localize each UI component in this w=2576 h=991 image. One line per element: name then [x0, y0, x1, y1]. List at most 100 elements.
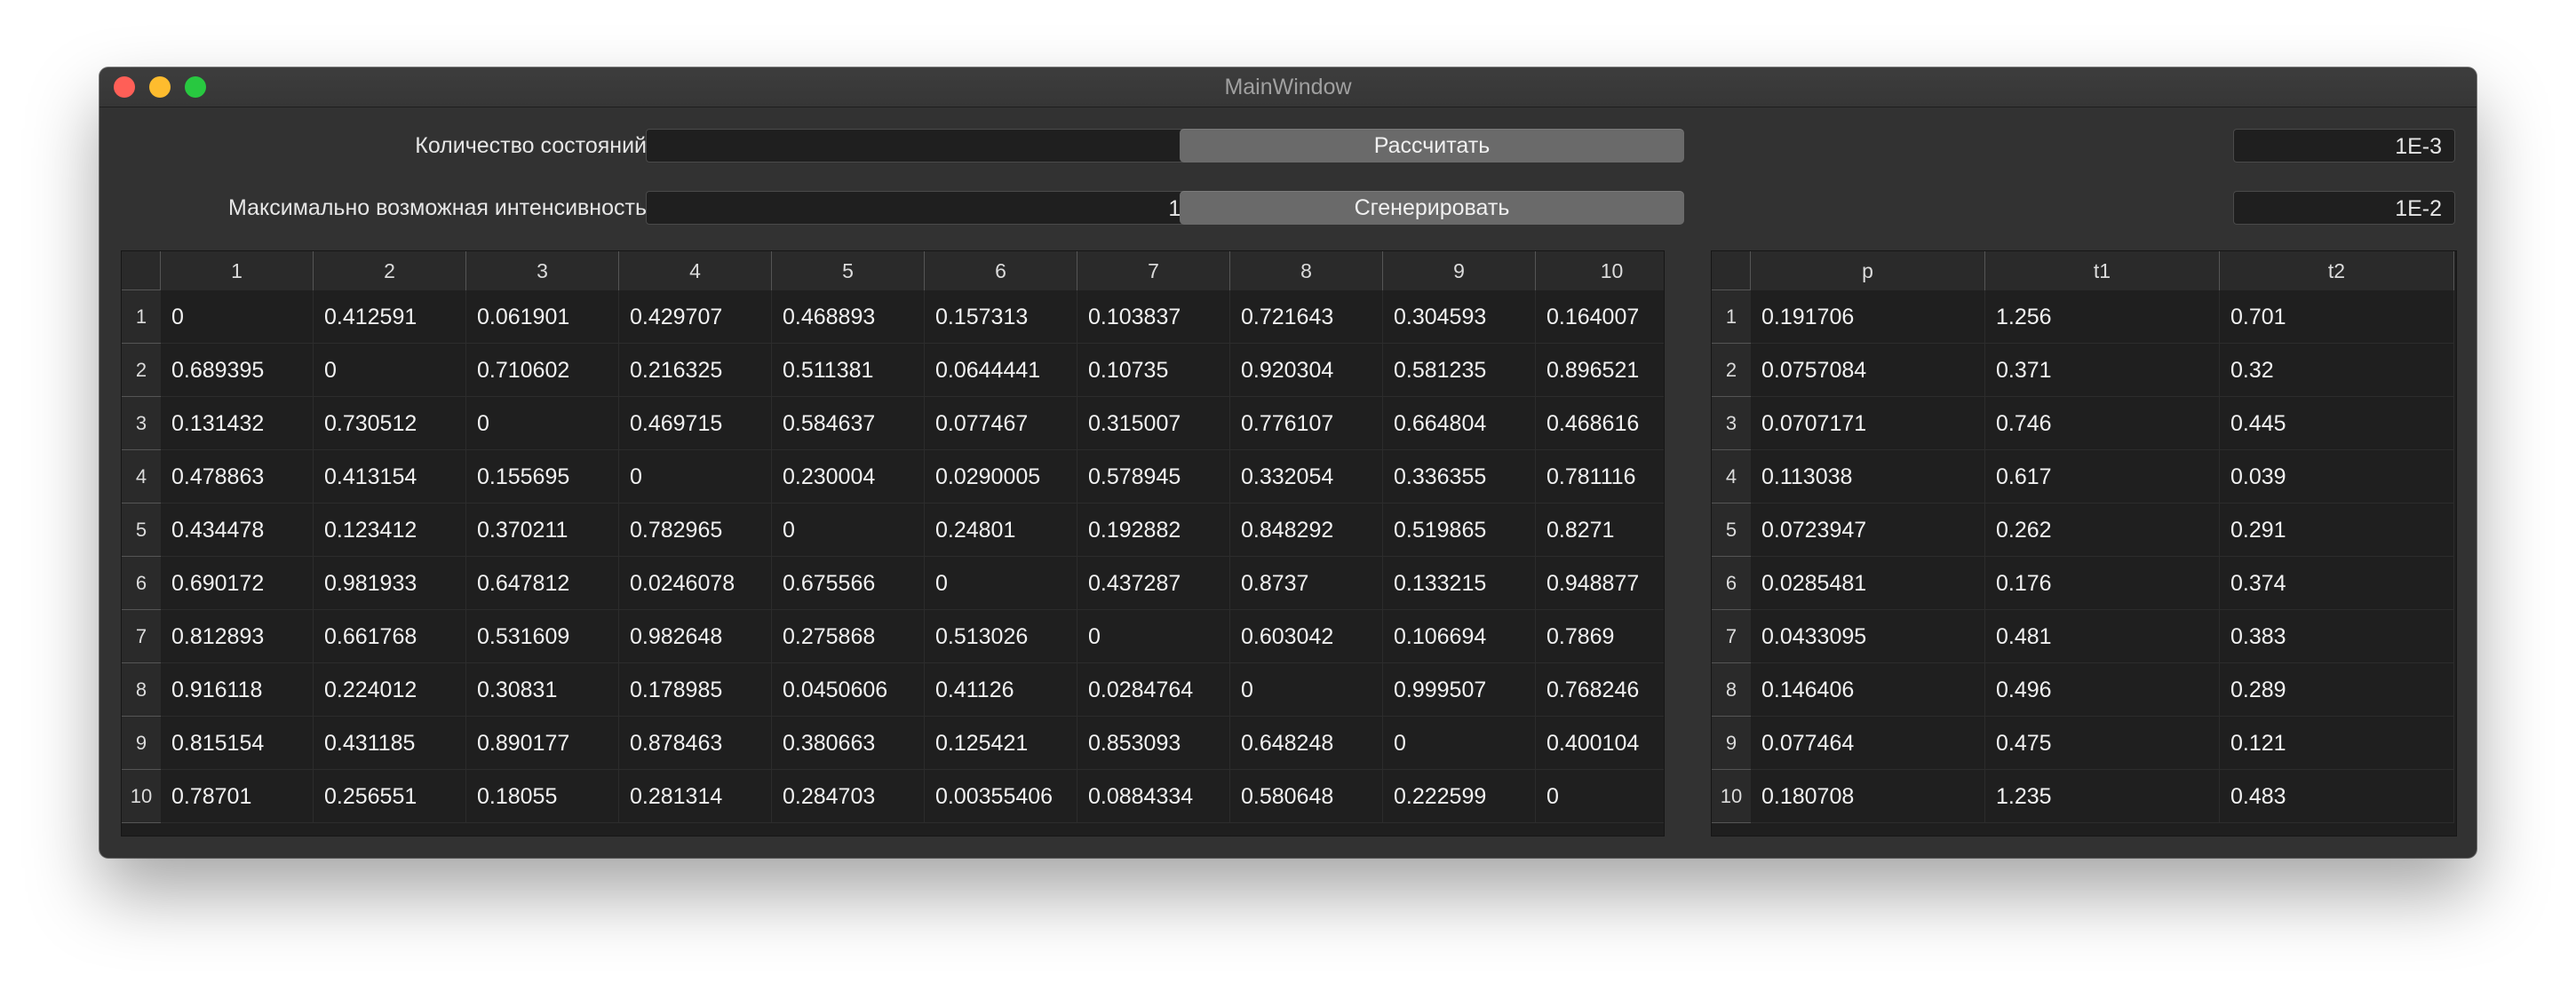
- matrix-cell[interactable]: 0.0644441: [925, 344, 1077, 397]
- matrix-row-header[interactable]: 6: [122, 557, 161, 610]
- matrix-cell[interactable]: 0: [1536, 770, 1664, 823]
- matrix-row-header[interactable]: 7: [122, 610, 161, 663]
- matrix-cell[interactable]: 0.164007: [1536, 290, 1664, 344]
- result-column-header[interactable]: t1: [1985, 251, 2220, 290]
- transition-matrix-table[interactable]: 1 2 3 4 5 6 7 8 9 10 1 0 0.412591 0.061901 0.429707 0.4…: [121, 250, 1665, 836]
- matrix-cell[interactable]: 0.999507: [1383, 663, 1536, 717]
- result-cell[interactable]: 0.383: [2220, 610, 2454, 663]
- matrix-cell[interactable]: 0.256551: [314, 770, 466, 823]
- matrix-cell[interactable]: 0.469715: [619, 397, 772, 450]
- matrix-cell[interactable]: 0.468893: [772, 290, 925, 344]
- result-cell[interactable]: 0.146406: [1751, 663, 1985, 717]
- matrix-cell[interactable]: 0: [161, 290, 314, 344]
- result-cell[interactable]: 0.371: [1985, 344, 2220, 397]
- matrix-column-header[interactable]: 7: [1077, 251, 1230, 290]
- matrix-cell[interactable]: 0.513026: [925, 610, 1077, 663]
- matrix-cell[interactable]: 0.648248: [1230, 717, 1383, 770]
- matrix-cell[interactable]: 0.123412: [314, 503, 466, 557]
- matrix-cell[interactable]: 0.8737: [1230, 557, 1383, 610]
- matrix-cell[interactable]: 0.192882: [1077, 503, 1230, 557]
- matrix-cell[interactable]: 0.511381: [772, 344, 925, 397]
- matrix-cell[interactable]: 0.178985: [619, 663, 772, 717]
- matrix-cell[interactable]: 0.478863: [161, 450, 314, 503]
- result-column-header[interactable]: p: [1751, 251, 1985, 290]
- matrix-cell[interactable]: 0.061901: [466, 290, 619, 344]
- matrix-cell[interactable]: 0.730512: [314, 397, 466, 450]
- result-cell[interactable]: 0.176: [1985, 557, 2220, 610]
- matrix-cell[interactable]: 0.710602: [466, 344, 619, 397]
- dt-input[interactable]: 1E-3: [2233, 129, 2455, 163]
- matrix-cell[interactable]: 0.781116: [1536, 450, 1664, 503]
- matrix-column-header[interactable]: 1: [161, 251, 314, 290]
- matrix-cell[interactable]: 0: [925, 557, 1077, 610]
- result-cell[interactable]: 1.256: [1985, 290, 2220, 344]
- matrix-cell[interactable]: 0.400104: [1536, 717, 1664, 770]
- matrix-cell[interactable]: 0.10735: [1077, 344, 1230, 397]
- result-cell[interactable]: 0.191706: [1751, 290, 1985, 344]
- states-count-input[interactable]: 10: [646, 129, 1225, 163]
- matrix-cell[interactable]: 0.24801: [925, 503, 1077, 557]
- matrix-column-header[interactable]: 4: [619, 251, 772, 290]
- result-row-header[interactable]: 3: [1712, 397, 1751, 450]
- result-row-header[interactable]: 2: [1712, 344, 1751, 397]
- result-cell[interactable]: 0.701: [2220, 290, 2454, 344]
- matrix-cell[interactable]: 0.468616: [1536, 397, 1664, 450]
- max-intensity-input[interactable]: 1.00: [646, 191, 1225, 225]
- matrix-cell[interactable]: 0.578945: [1077, 450, 1230, 503]
- result-cell[interactable]: 0.0757084: [1751, 344, 1985, 397]
- matrix-cell[interactable]: 0.647812: [466, 557, 619, 610]
- matrix-cell[interactable]: 0.920304: [1230, 344, 1383, 397]
- result-cell[interactable]: 1.235: [1985, 770, 2220, 823]
- matrix-cell[interactable]: 0.437287: [1077, 557, 1230, 610]
- matrix-cell[interactable]: 0.413154: [314, 450, 466, 503]
- matrix-cell[interactable]: 0.30831: [466, 663, 619, 717]
- matrix-cell[interactable]: 0.890177: [466, 717, 619, 770]
- matrix-cell[interactable]: 0.519865: [1383, 503, 1536, 557]
- result-cell[interactable]: 0.0723947: [1751, 503, 1985, 557]
- matrix-column-header[interactable]: 2: [314, 251, 466, 290]
- matrix-cell[interactable]: 0.41126: [925, 663, 1077, 717]
- result-cell[interactable]: 0.113038: [1751, 450, 1985, 503]
- matrix-cell[interactable]: 0.0884334: [1077, 770, 1230, 823]
- generate-button[interactable]: Сгенерировать: [1180, 191, 1684, 225]
- matrix-cell[interactable]: 0.00355406: [925, 770, 1077, 823]
- matrix-row-header[interactable]: 4: [122, 450, 161, 503]
- matrix-column-header[interactable]: 6: [925, 251, 1077, 290]
- result-row-header[interactable]: 10: [1712, 770, 1751, 823]
- matrix-cell[interactable]: 0.155695: [466, 450, 619, 503]
- matrix-cell[interactable]: 0.853093: [1077, 717, 1230, 770]
- result-row-header[interactable]: 8: [1712, 663, 1751, 717]
- matrix-cell[interactable]: 0.7869: [1536, 610, 1664, 663]
- matrix-cell[interactable]: 0.077467: [925, 397, 1077, 450]
- matrix-cell[interactable]: 0.0284764: [1077, 663, 1230, 717]
- matrix-column-header[interactable]: 10: [1536, 251, 1664, 290]
- matrix-cell[interactable]: 0.275868: [772, 610, 925, 663]
- matrix-cell[interactable]: 0.982648: [619, 610, 772, 663]
- matrix-cell[interactable]: 0.690172: [161, 557, 314, 610]
- result-cell[interactable]: 0.445: [2220, 397, 2454, 450]
- matrix-cell[interactable]: 0.131432: [161, 397, 314, 450]
- matrix-cell[interactable]: 0: [314, 344, 466, 397]
- matrix-cell[interactable]: 0.782965: [619, 503, 772, 557]
- result-column-header[interactable]: t2: [2220, 251, 2454, 290]
- matrix-cell[interactable]: 0: [1077, 610, 1230, 663]
- result-cell[interactable]: 0.746: [1985, 397, 2220, 450]
- matrix-cell[interactable]: 0.284703: [772, 770, 925, 823]
- result-cell[interactable]: 0.483: [2220, 770, 2454, 823]
- matrix-cell[interactable]: 0.157313: [925, 290, 1077, 344]
- matrix-cell[interactable]: 0.603042: [1230, 610, 1383, 663]
- matrix-row-header[interactable]: 3: [122, 397, 161, 450]
- matrix-cell[interactable]: 0.332054: [1230, 450, 1383, 503]
- result-cell[interactable]: 0.374: [2220, 557, 2454, 610]
- calculate-button[interactable]: Рассчитать: [1180, 129, 1684, 163]
- matrix-cell[interactable]: 0.948877: [1536, 557, 1664, 610]
- matrix-cell[interactable]: 0.581235: [1383, 344, 1536, 397]
- matrix-cell[interactable]: 0: [772, 503, 925, 557]
- matrix-row-header[interactable]: 1: [122, 290, 161, 344]
- result-cell[interactable]: 0.077464: [1751, 717, 1985, 770]
- result-cell[interactable]: 0.475: [1985, 717, 2220, 770]
- result-row-header[interactable]: 1: [1712, 290, 1751, 344]
- matrix-cell[interactable]: 0.429707: [619, 290, 772, 344]
- matrix-row-header[interactable]: 10: [122, 770, 161, 823]
- matrix-cell[interactable]: 0.981933: [314, 557, 466, 610]
